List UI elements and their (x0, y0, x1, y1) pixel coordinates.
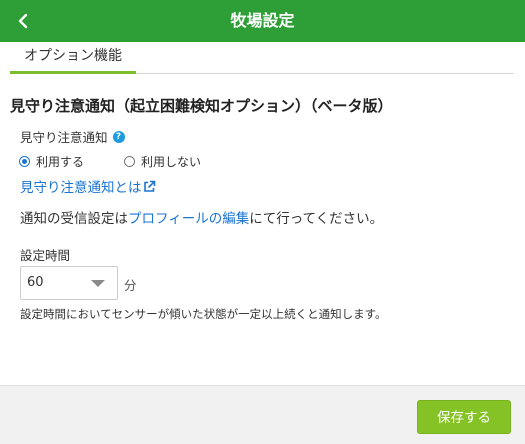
caret-down-icon[interactable] (91, 280, 105, 287)
radio-use[interactable]: 利用する (19, 153, 84, 170)
external-link-icon (143, 180, 155, 192)
radio-not-use-label[interactable]: 利用しない (141, 153, 201, 170)
edit-profile-link[interactable]: プロフィールの編集 (128, 211, 249, 227)
radio-use-circle[interactable] (19, 156, 30, 167)
notice-prefix: 通知の受信設定は (20, 211, 128, 227)
watch-alert-radio-group: 利用する 利用しない (19, 153, 201, 170)
radio-use-label[interactable]: 利用する (36, 153, 84, 170)
footer-bar: 保存する (0, 385, 525, 444)
header-bar: 牧場設定 (0, 0, 525, 42)
radio-not-use-circle[interactable] (124, 156, 136, 167)
question-circle-icon[interactable]: ? (112, 130, 125, 143)
time-unit: 分 (124, 278, 137, 293)
tab-option-features[interactable]: オプション機能 (10, 43, 136, 74)
about-link-text[interactable]: 見守り注意通知とは (20, 176, 142, 196)
notification-notice: 通知の受信設定はプロフィールの編集にて行ってください。 (20, 207, 383, 227)
time-setting-label: 設定時間 (20, 248, 71, 263)
time-select[interactable]: 60 (20, 266, 118, 300)
time-setting-description: 設定時間においてセンサーが傾いた状態が一定以上続くと通知します。 (20, 307, 387, 321)
section-title: 見守り注意通知（起立困難検知オプション）（ベータ版） (10, 97, 393, 115)
radio-not-use[interactable]: 利用しない (124, 153, 201, 170)
watch-alert-field-label: 見守り注意通知 ? (20, 127, 125, 146)
save-button[interactable]: 保存する (417, 400, 511, 434)
page-title: 牧場設定 (230, 11, 295, 30)
notice-suffix: にて行ってください。 (249, 211, 384, 227)
watch-alert-label-text: 見守り注意通知 (20, 130, 108, 145)
time-select-value[interactable]: 60 (27, 267, 44, 299)
tab-bar: オプション機能 (10, 43, 514, 74)
about-watch-alert-link[interactable]: 見守り注意通知とは (20, 176, 156, 196)
